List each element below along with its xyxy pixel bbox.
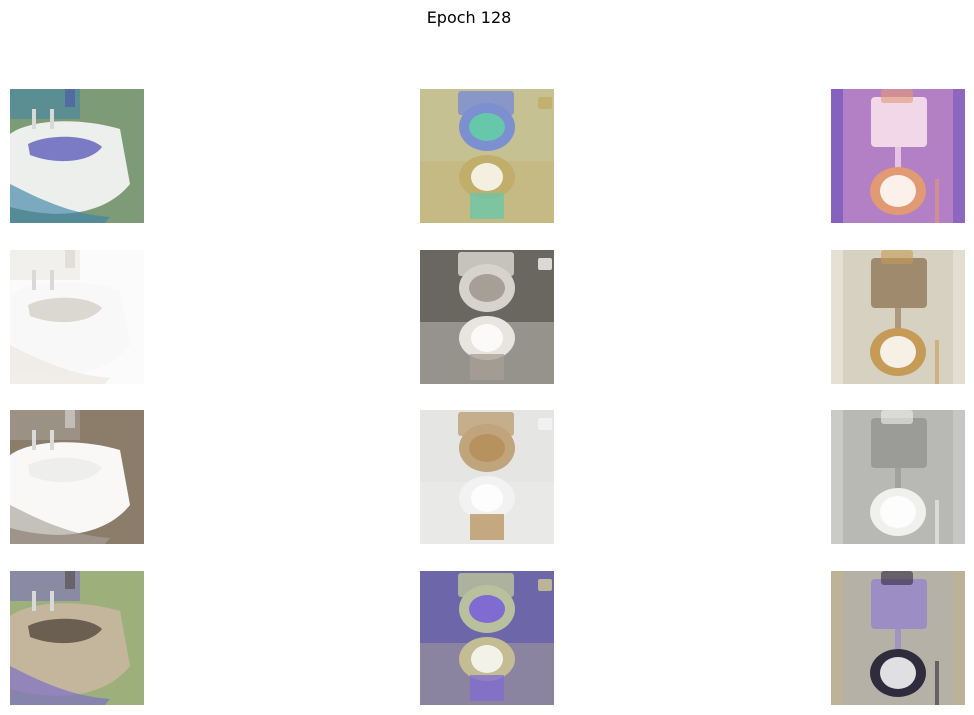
sample-image-r1c2 [420,89,554,223]
figure-title: Epoch 128 [426,8,512,27]
sample-image-r1c3-picture [831,89,965,223]
sample-image-r4c2-picture [420,571,554,705]
sample-image-r4c3-picture [831,571,965,705]
sample-image-r4c1 [10,571,144,705]
sample-image-r4c1-picture [10,571,144,705]
sample-image-r3c2-picture [420,410,554,544]
sample-image-r3c1 [10,410,144,544]
sample-image-r2c3 [831,250,965,384]
sample-image-r1c3 [831,89,965,223]
sample-image-r4c2 [420,571,554,705]
sample-image-r2c1-picture [10,250,144,384]
sample-image-r2c3-picture [831,250,965,384]
sample-image-r3c2 [420,410,554,544]
sample-image-r1c2-picture [420,89,554,223]
sample-image-r2c1 [10,250,144,384]
sample-image-r1c1-picture [10,89,144,223]
sample-image-r2c2-picture [420,250,554,384]
sample-image-r2c2 [420,250,554,384]
sample-image-r3c1-picture [10,410,144,544]
sample-image-r1c1 [10,89,144,223]
sample-image-r3c3 [831,410,965,544]
sample-image-r4c3 [831,571,965,705]
sample-image-r3c3-picture [831,410,965,544]
